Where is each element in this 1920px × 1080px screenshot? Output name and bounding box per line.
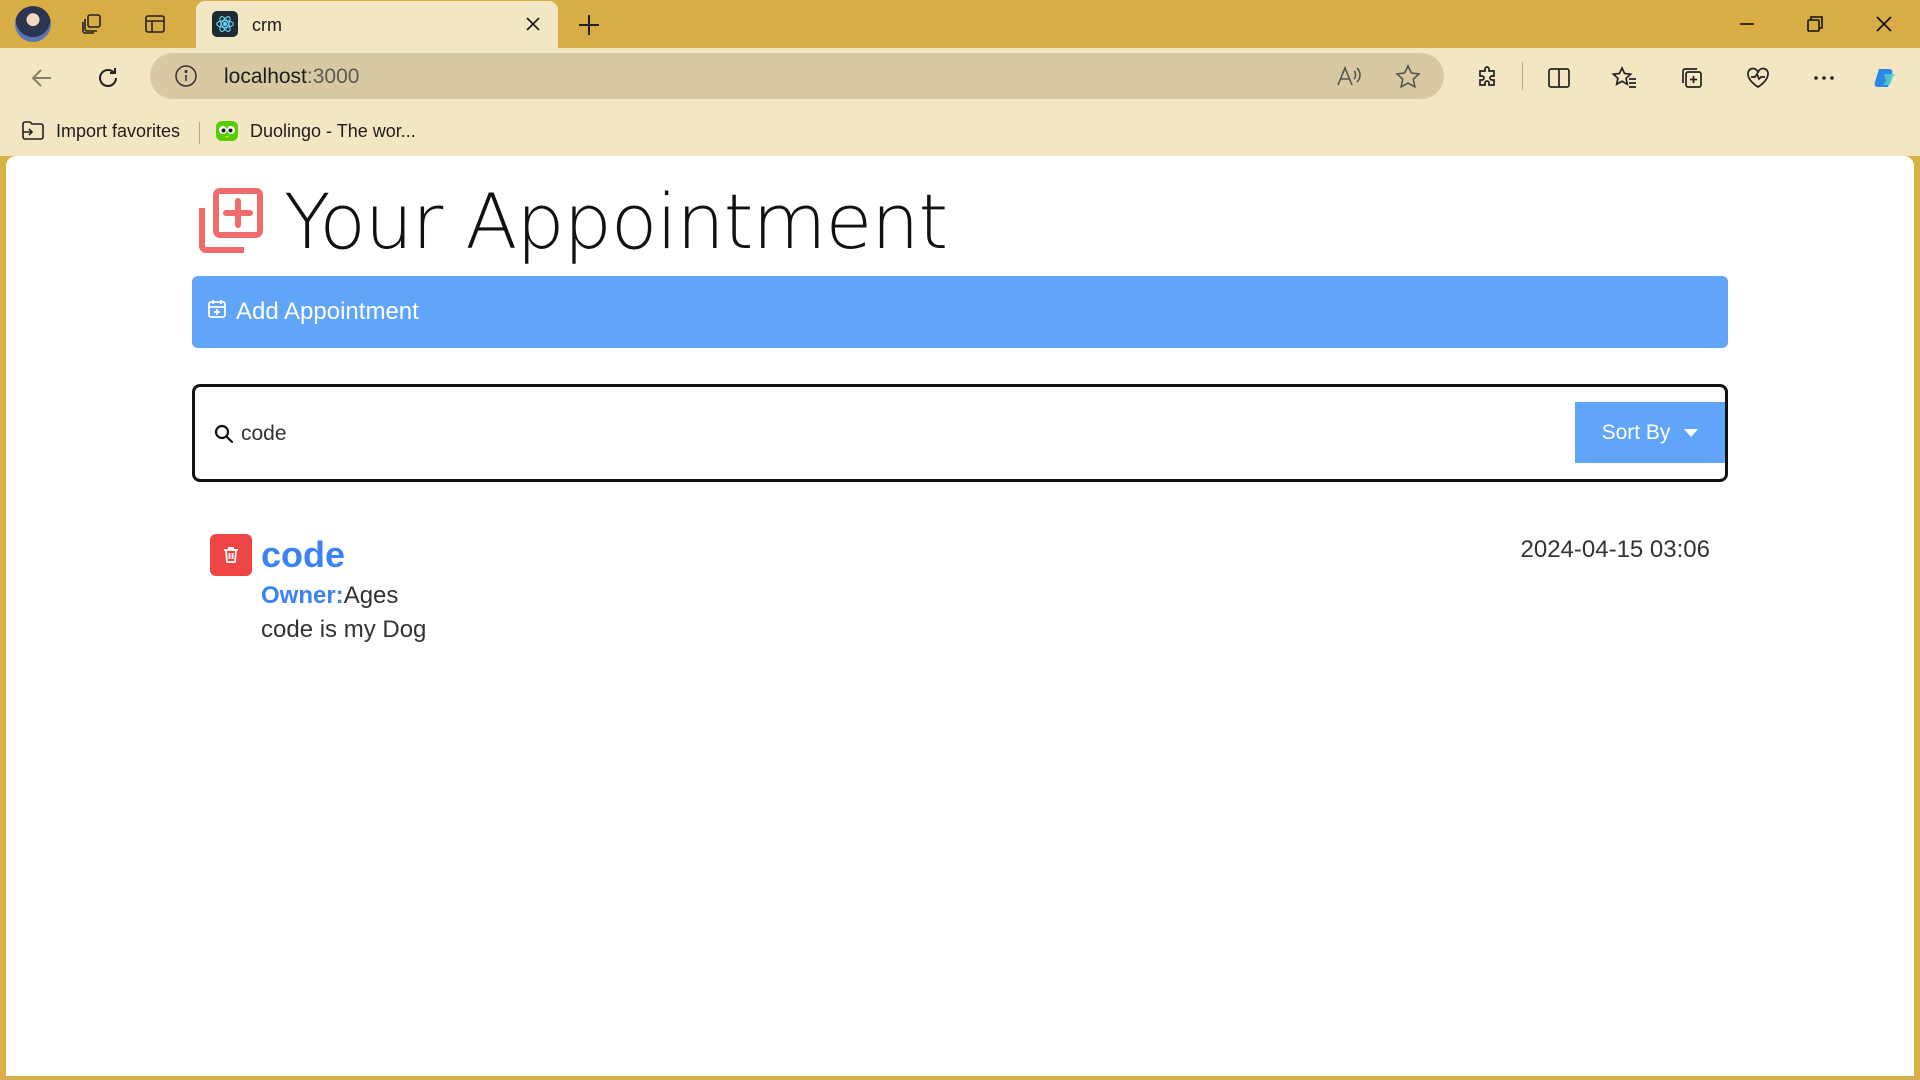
search-icon [214,424,234,444]
close-tab-icon[interactable] [522,13,544,35]
owner-label: Owner: [261,582,344,609]
medical-cross-logo-icon [199,188,263,253]
duolingo-icon [214,118,240,144]
more-options-icon[interactable] [1807,61,1841,95]
trash-icon [224,547,238,563]
address-bar[interactable]: localhost:3000 [150,53,1444,99]
extensions-icon[interactable] [1471,61,1505,95]
appointment-date: 2024-04-15 03:06 [1520,536,1711,563]
app-container: Your Appointment Add Appointment Sort By [192,156,1728,1056]
browser-window: crm localhost:3000 Import favorites Duol… [0,0,1920,1080]
restore-icon[interactable] [1791,8,1839,40]
close-window-icon[interactable] [1860,8,1908,40]
favorites-bar: Import favorites Duolingo - The wor... [0,106,1920,156]
appointment-pet-name: code [261,534,346,575]
collections-icon[interactable] [1675,61,1709,95]
copilot-icon[interactable] [1869,61,1903,95]
minimize-icon[interactable] [1723,8,1771,40]
page-title: Your Appointment [284,176,948,266]
tab-title: crm [252,15,282,35]
page-viewport: Your Appointment Add Appointment Sort By [6,156,1914,1076]
address-toolbar: localhost:3000 [0,48,1920,106]
add-appointment-button[interactable]: Add Appointment [192,276,1728,348]
calendar-plus-icon [208,300,226,318]
browser-essentials-icon[interactable] [1741,61,1775,95]
add-appointment-label: Add Appointment [236,298,419,325]
page-header: Your Appointment [196,176,948,266]
back-icon[interactable] [25,61,59,95]
favorites-icon[interactable] [1608,61,1642,95]
toolbar-divider [1522,62,1523,90]
split-screen-icon[interactable] [1542,61,1576,95]
sort-by-label: Sort By [1601,420,1671,444]
appointment-item: code 2024-04-15 03:06 Owner:Ages code is… [210,534,1710,654]
favorite-label: Duolingo - The wor... [250,120,416,141]
sort-by-dropdown[interactable]: Sort By [1575,402,1725,463]
favorite-star-icon[interactable] [1394,63,1422,91]
vertical-tabs-icon[interactable] [141,10,169,38]
url-text: localhost:3000 [224,65,360,88]
favorite-label: Import favorites [56,120,181,141]
refresh-icon[interactable] [91,61,125,95]
search-bar: Sort By [192,384,1728,482]
appointment-owner: Owner:Ages [261,582,398,610]
delete-appointment-button[interactable] [210,534,252,576]
appointment-notes: code is my Dog [261,616,427,643]
favorites-divider [199,122,200,144]
react-icon [212,11,238,37]
owner-name: Ages [343,582,399,609]
site-info-icon[interactable] [174,64,198,88]
favorite-duolingo[interactable]: Duolingo - The wor... [214,116,416,146]
favorite-import[interactable]: Import favorites [20,116,180,146]
workspaces-icon[interactable] [78,10,106,38]
folder-import-icon [20,118,46,144]
profile-avatar[interactable] [15,6,51,42]
tab-strip: crm [0,0,1920,48]
new-tab-icon[interactable] [574,10,604,40]
tab-crm[interactable]: crm [196,1,558,48]
read-aloud-icon[interactable] [1334,63,1362,91]
search-input[interactable] [241,417,1341,451]
caret-down-icon [1684,428,1699,437]
